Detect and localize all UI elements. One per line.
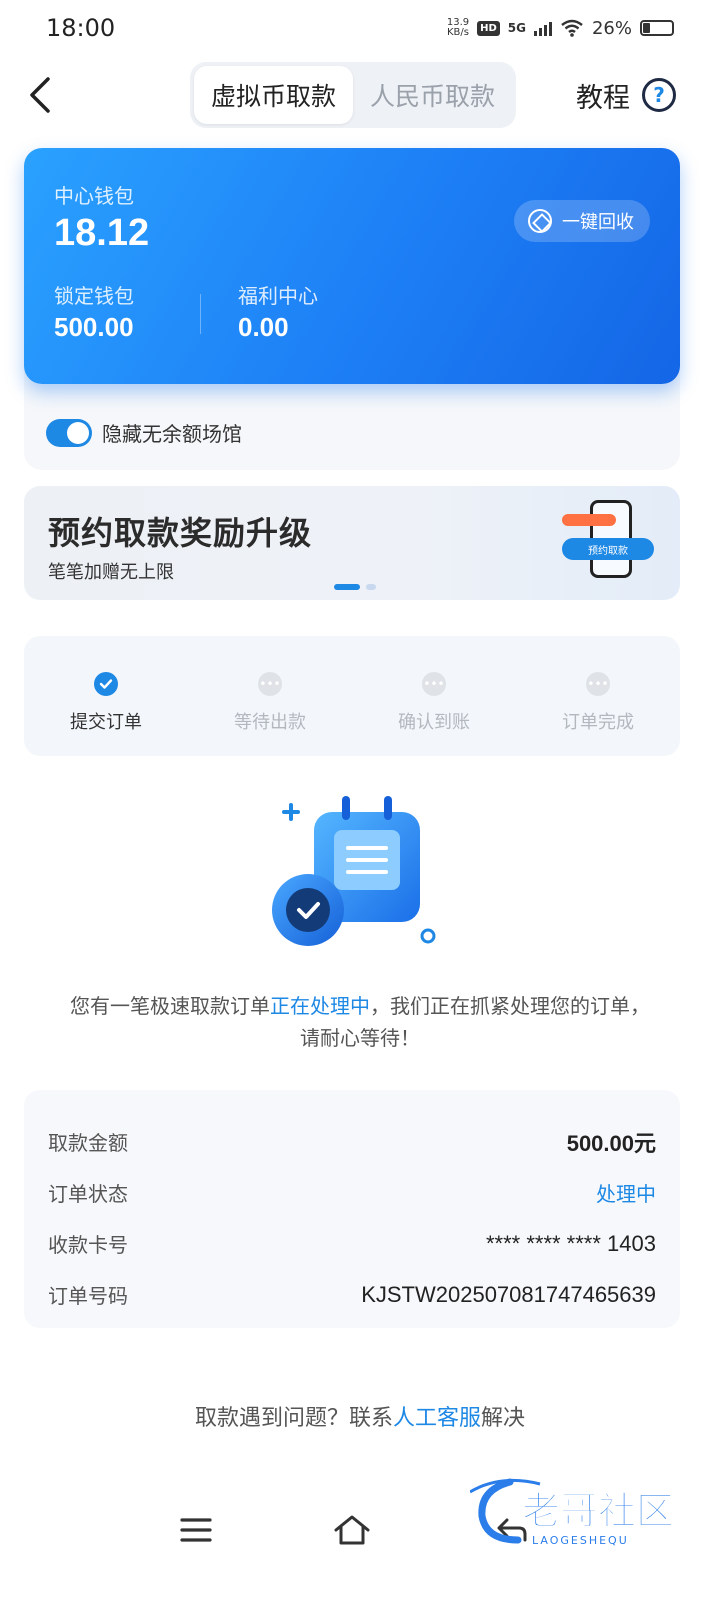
net-speed: 13.9 KB/s (447, 18, 469, 38)
hide-empty-toggle[interactable] (46, 418, 92, 447)
signal-icon (533, 20, 552, 36)
one-click-recycle-button[interactable]: 一键回收 (514, 200, 650, 242)
hide-empty-label: 隐藏无余额场馆 (102, 422, 242, 446)
tab-rmb-withdraw[interactable]: 人民币取款 (353, 66, 512, 124)
battery-percent: 26% (591, 17, 632, 39)
support-before: 取款遇到问题？联系 (194, 1406, 393, 1431)
order-value[interactable]: KJSTW202507081747465639 (361, 1282, 656, 1308)
net-speed-unit: KB/s (446, 27, 469, 38)
detail-row-card: 收款卡号 **** **** **** 1403 (48, 1218, 656, 1269)
banner-title: 预约取款奖励升级 (48, 514, 313, 552)
home-icon (334, 1515, 370, 1545)
support-line: 取款遇到问题？联系人工客服解决 (0, 1400, 720, 1432)
welfare-center-label: 福利中心 (238, 284, 318, 308)
wifi-icon (561, 19, 583, 37)
msg-after: ，我们正在抓紧处理您的订单， (370, 994, 650, 1018)
tutorial-label: 教程 (576, 82, 630, 114)
banner-dot (366, 584, 376, 590)
welfare-center-value: 0.00 (238, 312, 289, 342)
msg-line2: 请耐心等待！ (300, 1026, 420, 1050)
wallet-card: 中心钱包 18.12 一键回收 锁定钱包 500.00 福利中心 0.00 (24, 148, 680, 384)
status-bar: 18:00 13.9 KB/s HD 5G 26% (0, 0, 720, 56)
locked-wallet-value: 500.00 (54, 312, 134, 342)
step-label: 等待出款 (234, 712, 306, 733)
order-details: 取款金额 500.00元 订单状态 处理中 收款卡号 **** **** ***… (24, 1090, 680, 1328)
status-time: 18:00 (46, 14, 116, 42)
home-button[interactable] (332, 1512, 372, 1548)
banner-pagination (334, 584, 376, 590)
top-nav: 虚拟币取款 人民币取款 教程 ? (0, 60, 720, 130)
page: 18:00 13.9 KB/s HD 5G 26% 虚拟币取款 人民币取款 教程… (0, 0, 720, 1600)
banner-cta: 预约取款 (562, 538, 654, 560)
status-label: 订单状态 (48, 1182, 128, 1206)
battery-icon (640, 20, 674, 36)
center-wallet-value: 18.12 (54, 212, 150, 254)
amount-value: 500.00元 (566, 1130, 656, 1156)
network-type: 5G (507, 21, 526, 35)
status-value: 处理中 (596, 1182, 656, 1206)
recycle-icon (528, 209, 552, 233)
detail-row-status: 订单状态 处理中 (48, 1167, 656, 1218)
tutorial-button[interactable]: 教程 ? (576, 72, 676, 118)
hide-empty-venues-row: 隐藏无余额场馆 (46, 418, 242, 447)
help-icon: ? (642, 78, 676, 112)
menu-icon (180, 1518, 212, 1542)
customer-service-link[interactable]: 人工客服 (393, 1406, 481, 1431)
check-icon (94, 672, 118, 696)
amount-label: 取款金额 (48, 1131, 128, 1155)
banner-tag (562, 514, 616, 526)
processing-message: 您有一笔极速取款订单正在处理中，我们正在抓紧处理您的订单， 请耐心等待！ (24, 990, 696, 1054)
banner-dot (334, 584, 360, 590)
withdraw-type-tabs: 虚拟币取款 人民币取款 (190, 62, 516, 128)
card-label: 收款卡号 (48, 1233, 128, 1257)
order-label: 订单号码 (48, 1284, 128, 1308)
banner-subtitle: 笔笔加赠无上限 (48, 562, 174, 583)
card-value: **** **** **** 1403 (485, 1230, 656, 1256)
step-label: 订单完成 (562, 712, 634, 733)
step-await-payout: ••• 等待出款 (188, 636, 352, 756)
wallet-section: 中心钱包 18.12 一键回收 锁定钱包 500.00 福利中心 0.00 隐藏… (24, 148, 680, 470)
msg-before: 您有一笔极速取款订单 (70, 994, 270, 1018)
calendar-check-illustration-icon (272, 796, 436, 946)
pending-icon: ••• (258, 672, 282, 696)
menu-button[interactable] (176, 1512, 216, 1548)
step-submit-order: 提交订单 (24, 636, 188, 756)
step-label: 提交订单 (70, 712, 142, 733)
recycle-label: 一键回收 (562, 212, 634, 233)
step-confirm-receipt: ••• 确认到账 (352, 636, 516, 756)
watermark-logo: 老哥社区 LAOGESHEQU (470, 1478, 675, 1547)
step-order-complete: ••• 订单完成 (516, 636, 680, 756)
pending-icon: ••• (422, 672, 446, 696)
order-progress: 提交订单 ••• 等待出款 ••• 确认到账 ••• 订单完成 (24, 636, 680, 756)
hd-icon: HD (477, 20, 500, 36)
promo-banner[interactable]: 预约取款奖励升级 笔笔加赠无上限 预约取款 (24, 486, 680, 600)
detail-row-order-no: 订单号码 KJSTW202507081747465639 (48, 1269, 656, 1320)
locked-wallet-label: 锁定钱包 (54, 284, 134, 308)
back-button[interactable] (20, 72, 60, 118)
watermark-sub: LAOGESHEQU (532, 1534, 629, 1547)
tab-crypto-withdraw[interactable]: 虚拟币取款 (194, 66, 353, 124)
step-label: 确认到账 (398, 712, 470, 733)
watermark-text: 老哥社区 (522, 1489, 674, 1533)
wallet-divider (200, 294, 201, 334)
pending-icon: ••• (586, 672, 610, 696)
detail-row-amount: 取款金额 500.00元 (48, 1116, 656, 1167)
status-icons: 13.9 KB/s HD 5G 26% (447, 18, 674, 39)
support-after: 解决 (481, 1406, 526, 1431)
center-wallet-label: 中心钱包 (54, 184, 134, 208)
chevron-left-icon (30, 77, 50, 113)
msg-highlight: 正在处理中 (270, 994, 370, 1018)
